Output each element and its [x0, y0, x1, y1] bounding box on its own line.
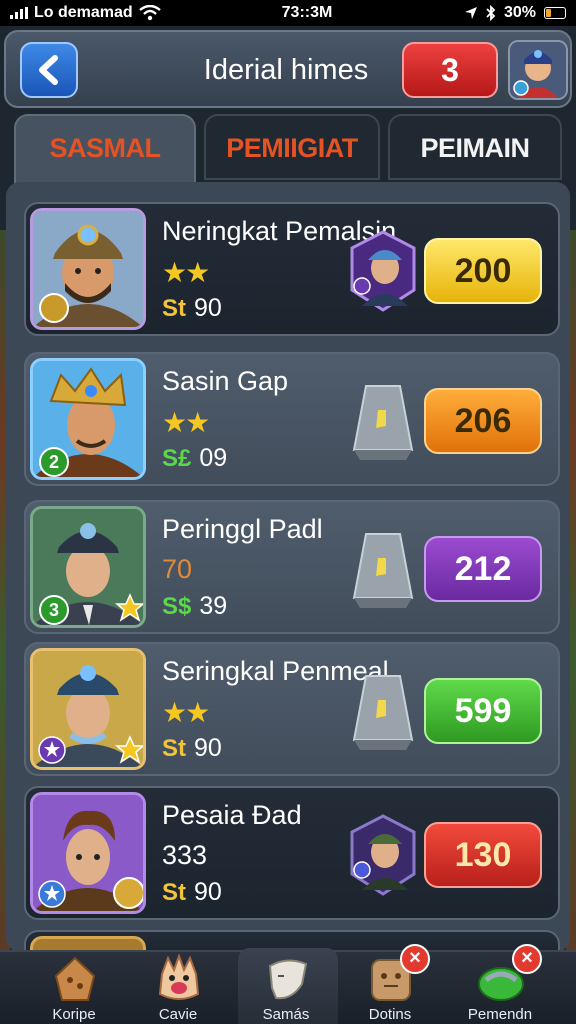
- tab-sasmal[interactable]: SASMAL: [14, 114, 196, 186]
- nav-label: Cavie: [158, 1006, 198, 1023]
- hero-price: 39: [199, 592, 228, 620]
- nav-label: Samás: [262, 1006, 310, 1023]
- hero-portrait: 2: [30, 358, 146, 480]
- star-badge-icon: [115, 593, 143, 622]
- coin-currency-icon: St: [162, 879, 186, 906]
- location-arrow-icon: [464, 7, 477, 19]
- hero-stat: 70: [162, 554, 193, 584]
- category-tabs: SASMAL PEMIIGIAT PEIMAIN: [14, 114, 562, 186]
- top-header: Iderial himes 3: [4, 30, 572, 108]
- value-button[interactable]: 206: [424, 388, 542, 454]
- hero-badge-icon: [350, 814, 416, 896]
- battery-icon: [544, 7, 566, 19]
- cash-currency-icon: S£: [162, 445, 192, 472]
- medal-icon: [39, 293, 69, 323]
- carrier-label: Lo demamad: [34, 4, 133, 21]
- tab-peimain[interactable]: PEIMAIN: [388, 114, 562, 180]
- hero-portrait: [30, 208, 146, 330]
- status-bar: Lo demamad 73::3M 30%: [0, 0, 576, 26]
- profile-avatar[interactable]: [508, 40, 568, 100]
- bottom-navigation: Koripe Cavie Samás × Dotins × Pemendn: [0, 944, 576, 1024]
- hero-list-panel: Neringkat Pemalsin ★★ St 90 200 2 Sasin …: [6, 182, 570, 962]
- purple-star-badge-icon: [38, 736, 66, 764]
- bluetooth-icon: [486, 5, 496, 21]
- back-button[interactable]: [20, 42, 78, 98]
- hero-stat: 333: [162, 840, 208, 870]
- stone-slot-icon: [352, 385, 414, 460]
- star-cookie-icon: [54, 956, 96, 1001]
- ghost-icon: [268, 959, 308, 1000]
- star-rating: ★★: [162, 697, 210, 728]
- hero-portrait: 3: [30, 506, 146, 628]
- nav-cavie[interactable]: Cavie: [128, 952, 228, 1024]
- signal-icon: [10, 7, 28, 19]
- star-rating: ★★: [162, 257, 210, 288]
- tab-pemiigiat[interactable]: PEMIIGIAT: [204, 114, 380, 180]
- star-badge-icon: [115, 735, 143, 764]
- nav-pemendn[interactable]: × Pemendn: [450, 944, 550, 1024]
- hero-portrait: [30, 648, 146, 770]
- hero-card[interactable]: Neringkat Pemalsin ★★ St 90 200: [24, 202, 560, 336]
- hero-card[interactable]: 3 Peringgl Padl 70 S$ 39 212: [24, 500, 560, 634]
- nav-label: Pemendn: [467, 1006, 533, 1023]
- cash-currency-icon: S$: [162, 593, 192, 620]
- hero-price: 90: [194, 878, 222, 906]
- value-button[interactable]: 599: [424, 678, 542, 744]
- hero-portrait: [30, 792, 146, 914]
- monster-icon: [158, 954, 200, 1000]
- value-button[interactable]: 212: [424, 536, 542, 602]
- stone-slot-icon: [352, 533, 414, 608]
- level-badge: 3: [39, 595, 69, 625]
- stone-slot-icon: [352, 675, 414, 750]
- value-button[interactable]: 200: [424, 238, 542, 304]
- nav-samas[interactable]: Samás: [236, 952, 336, 1024]
- level-badge: 2: [39, 447, 69, 477]
- battery-percent: 30%: [503, 4, 536, 21]
- hero-card[interactable]: 2 Sasin Gap ★★ S£ 09 206: [24, 352, 560, 486]
- clock: 73::3M: [281, 4, 333, 21]
- hero-card[interactable]: Seringkal Penmeal ★★ St 90 599: [24, 642, 560, 776]
- chevron-left-icon: [39, 55, 58, 85]
- hero-price: 90: [194, 294, 222, 322]
- coin-icon: [113, 877, 143, 909]
- page-title: Iderial himes: [203, 54, 369, 86]
- hero-badge-icon: [350, 230, 416, 312]
- hero-name: Sasin Gap: [162, 366, 289, 396]
- nav-koripe[interactable]: Koripe: [24, 952, 124, 1024]
- hero-card[interactable]: Pesaia Ðad 333 St 90 130: [24, 786, 560, 920]
- blue-star-badge-icon: [38, 880, 66, 908]
- nav-label: Dotins: [368, 1006, 412, 1023]
- value-button[interactable]: 130: [424, 822, 542, 888]
- star-rating: ★★: [162, 407, 210, 438]
- hero-price: 90: [194, 734, 222, 762]
- hero-name: Peringgl Padl: [162, 514, 323, 544]
- nav-label: Koripe: [52, 1006, 96, 1023]
- coin-currency-icon: St: [162, 295, 186, 322]
- hero-name: Pesaia Ðad: [162, 800, 302, 830]
- hero-price: 09: [199, 444, 228, 472]
- wifi-icon: [138, 5, 161, 21]
- close-icon[interactable]: ×: [400, 944, 430, 974]
- count-badge[interactable]: 3: [402, 42, 498, 98]
- coin-currency-icon: St: [162, 735, 186, 762]
- close-icon[interactable]: ×: [512, 944, 542, 974]
- nav-dotins[interactable]: × Dotins: [340, 944, 440, 1024]
